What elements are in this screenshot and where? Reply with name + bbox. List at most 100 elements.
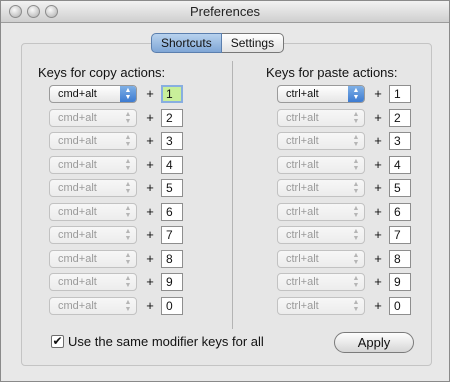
copy-key-field[interactable]: 9: [161, 273, 183, 291]
copy-modifier-select: cmd+alt ▲ ▼: [49, 179, 137, 197]
paste-key-field[interactable]: 0: [389, 296, 411, 315]
paste-modifier-select[interactable]: ctrl+alt ▲ ▼: [277, 85, 365, 103]
up-down-arrows-icon: ▲ ▼: [120, 86, 136, 102]
paste-modifier-select: ctrl+alt ▲ ▼: [277, 155, 365, 174]
plus-sign: +: [374, 297, 382, 313]
up-down-arrows-icon: ▲ ▼: [124, 134, 132, 148]
copy-modifier-value: cmd+alt: [58, 299, 97, 312]
paste-modifier-select: ctrl+alt ▲ ▼: [277, 108, 365, 127]
copy-key-field[interactable]: 0: [161, 296, 183, 315]
paste-key-field[interactable]: 4: [389, 155, 411, 174]
plus-sign: +: [146, 156, 154, 172]
plus-sign: +: [146, 227, 154, 242]
paste-key-field[interactable]: 8: [389, 249, 411, 268]
copy-key-field[interactable]: 8: [161, 249, 183, 268]
up-down-arrows-icon: ▲ ▼: [352, 228, 360, 242]
up-down-arrows-icon: ▲ ▼: [352, 157, 360, 172]
up-down-arrows-icon: ▲ ▼: [124, 298, 132, 313]
copy-modifier-select: cmd+alt ▲ ▼: [49, 296, 137, 315]
copy-modifier-select: cmd+alt ▲ ▼: [49, 202, 137, 221]
copy-modifier-value: cmd+alt: [58, 182, 97, 194]
up-down-arrows-icon: ▲ ▼: [124, 110, 132, 125]
copy-modifier-select[interactable]: cmd+alt ▲ ▼: [49, 85, 137, 103]
plus-sign: +: [146, 86, 154, 101]
plus-sign: +: [146, 109, 154, 125]
copy-modifier-value: cmd+alt: [58, 229, 97, 241]
copy-key-field[interactable]: 1: [161, 85, 183, 103]
copy-keys-heading: Keys for copy actions:: [38, 65, 166, 80]
paste-modifier-value: ctrl+alt: [286, 229, 319, 241]
paste-modifier-select: ctrl+alt ▲ ▼: [277, 249, 365, 268]
copy-modifier-select: cmd+alt ▲ ▼: [49, 273, 137, 291]
plus-sign: +: [374, 227, 382, 242]
paste-key-field[interactable]: 7: [389, 226, 411, 244]
up-down-arrows-icon: ▲ ▼: [124, 157, 132, 172]
copy-modifier-select: cmd+alt ▲ ▼: [49, 155, 137, 174]
paste-modifier-select: ctrl+alt ▲ ▼: [277, 296, 365, 315]
up-down-arrows-icon: ▲ ▼: [124, 251, 132, 266]
plus-sign: +: [374, 250, 382, 266]
up-down-arrows-icon: ▲ ▼: [124, 181, 132, 195]
paste-key-field[interactable]: 6: [389, 202, 411, 221]
tab-bar: Shortcuts Settings: [151, 33, 285, 53]
copy-key-field[interactable]: 6: [161, 202, 183, 221]
copy-modifier-value: cmd+alt: [58, 88, 97, 100]
paste-modifier-select: ctrl+alt ▲ ▼: [277, 273, 365, 291]
plus-sign: +: [374, 156, 382, 172]
plus-sign: +: [374, 109, 382, 125]
copy-key-field[interactable]: 5: [161, 179, 183, 197]
paste-modifier-value: ctrl+alt: [286, 276, 319, 288]
paste-key-field[interactable]: 1: [389, 85, 411, 103]
plus-sign: +: [146, 180, 154, 195]
paste-key-field[interactable]: 2: [389, 108, 411, 127]
plus-sign: +: [374, 203, 382, 219]
tab-shortcuts[interactable]: Shortcuts: [151, 33, 222, 53]
column-divider: [232, 61, 233, 329]
paste-modifier-select: ctrl+alt ▲ ▼: [277, 202, 365, 221]
up-down-arrows-icon: ▲ ▼: [352, 181, 360, 195]
up-down-arrows-icon: ▲ ▼: [352, 298, 360, 313]
paste-modifier-select: ctrl+alt ▲ ▼: [277, 179, 365, 197]
paste-modifier-value: ctrl+alt: [286, 111, 319, 124]
up-down-arrows-icon: ▲ ▼: [348, 86, 364, 102]
paste-modifier-select: ctrl+alt ▲ ▼: [277, 226, 365, 244]
same-modifier-label[interactable]: Use the same modifier keys for all: [68, 334, 264, 349]
paste-modifier-value: ctrl+alt: [286, 88, 319, 100]
up-down-arrows-icon: ▲ ▼: [124, 204, 132, 219]
plus-sign: +: [146, 297, 154, 313]
copy-modifier-value: cmd+alt: [58, 205, 97, 218]
copy-modifier-value: cmd+alt: [58, 158, 97, 171]
copy-key-field[interactable]: 4: [161, 155, 183, 174]
up-down-arrows-icon: ▲ ▼: [124, 228, 132, 242]
tab-settings[interactable]: Settings: [221, 33, 285, 53]
up-down-arrows-icon: ▲ ▼: [352, 275, 360, 289]
copy-modifier-value: cmd+alt: [58, 111, 97, 124]
paste-key-field[interactable]: 9: [389, 273, 411, 291]
copy-modifier-select: cmd+alt ▲ ▼: [49, 249, 137, 268]
paste-key-field[interactable]: 5: [389, 179, 411, 197]
copy-modifier-value: cmd+alt: [58, 135, 97, 147]
up-down-arrows-icon: ▲ ▼: [352, 251, 360, 266]
paste-modifier-value: ctrl+alt: [286, 205, 319, 218]
same-modifier-checkbox[interactable]: ✔: [51, 335, 64, 348]
plus-sign: +: [146, 133, 154, 148]
plus-sign: +: [374, 133, 382, 148]
copy-key-field[interactable]: 7: [161, 226, 183, 244]
preferences-window: Preferences Shortcuts Settings Keys for …: [0, 0, 450, 382]
apply-button[interactable]: Apply: [334, 332, 414, 353]
plus-sign: +: [146, 203, 154, 219]
up-down-arrows-icon: ▲ ▼: [352, 110, 360, 125]
paste-key-field[interactable]: 3: [389, 132, 411, 150]
up-down-arrows-icon: ▲ ▼: [352, 134, 360, 148]
copy-key-field[interactable]: 3: [161, 132, 183, 150]
paste-modifier-value: ctrl+alt: [286, 135, 319, 147]
plus-sign: +: [146, 274, 154, 289]
paste-keys-heading: Keys for paste actions:: [266, 65, 398, 80]
title-bar: Preferences: [1, 1, 449, 23]
copy-key-field[interactable]: 2: [161, 108, 183, 127]
copy-modifier-value: cmd+alt: [58, 252, 97, 265]
copy-modifier-select: cmd+alt ▲ ▼: [49, 108, 137, 127]
up-down-arrows-icon: ▲ ▼: [352, 204, 360, 219]
plus-sign: +: [374, 180, 382, 195]
paste-modifier-value: ctrl+alt: [286, 182, 319, 194]
